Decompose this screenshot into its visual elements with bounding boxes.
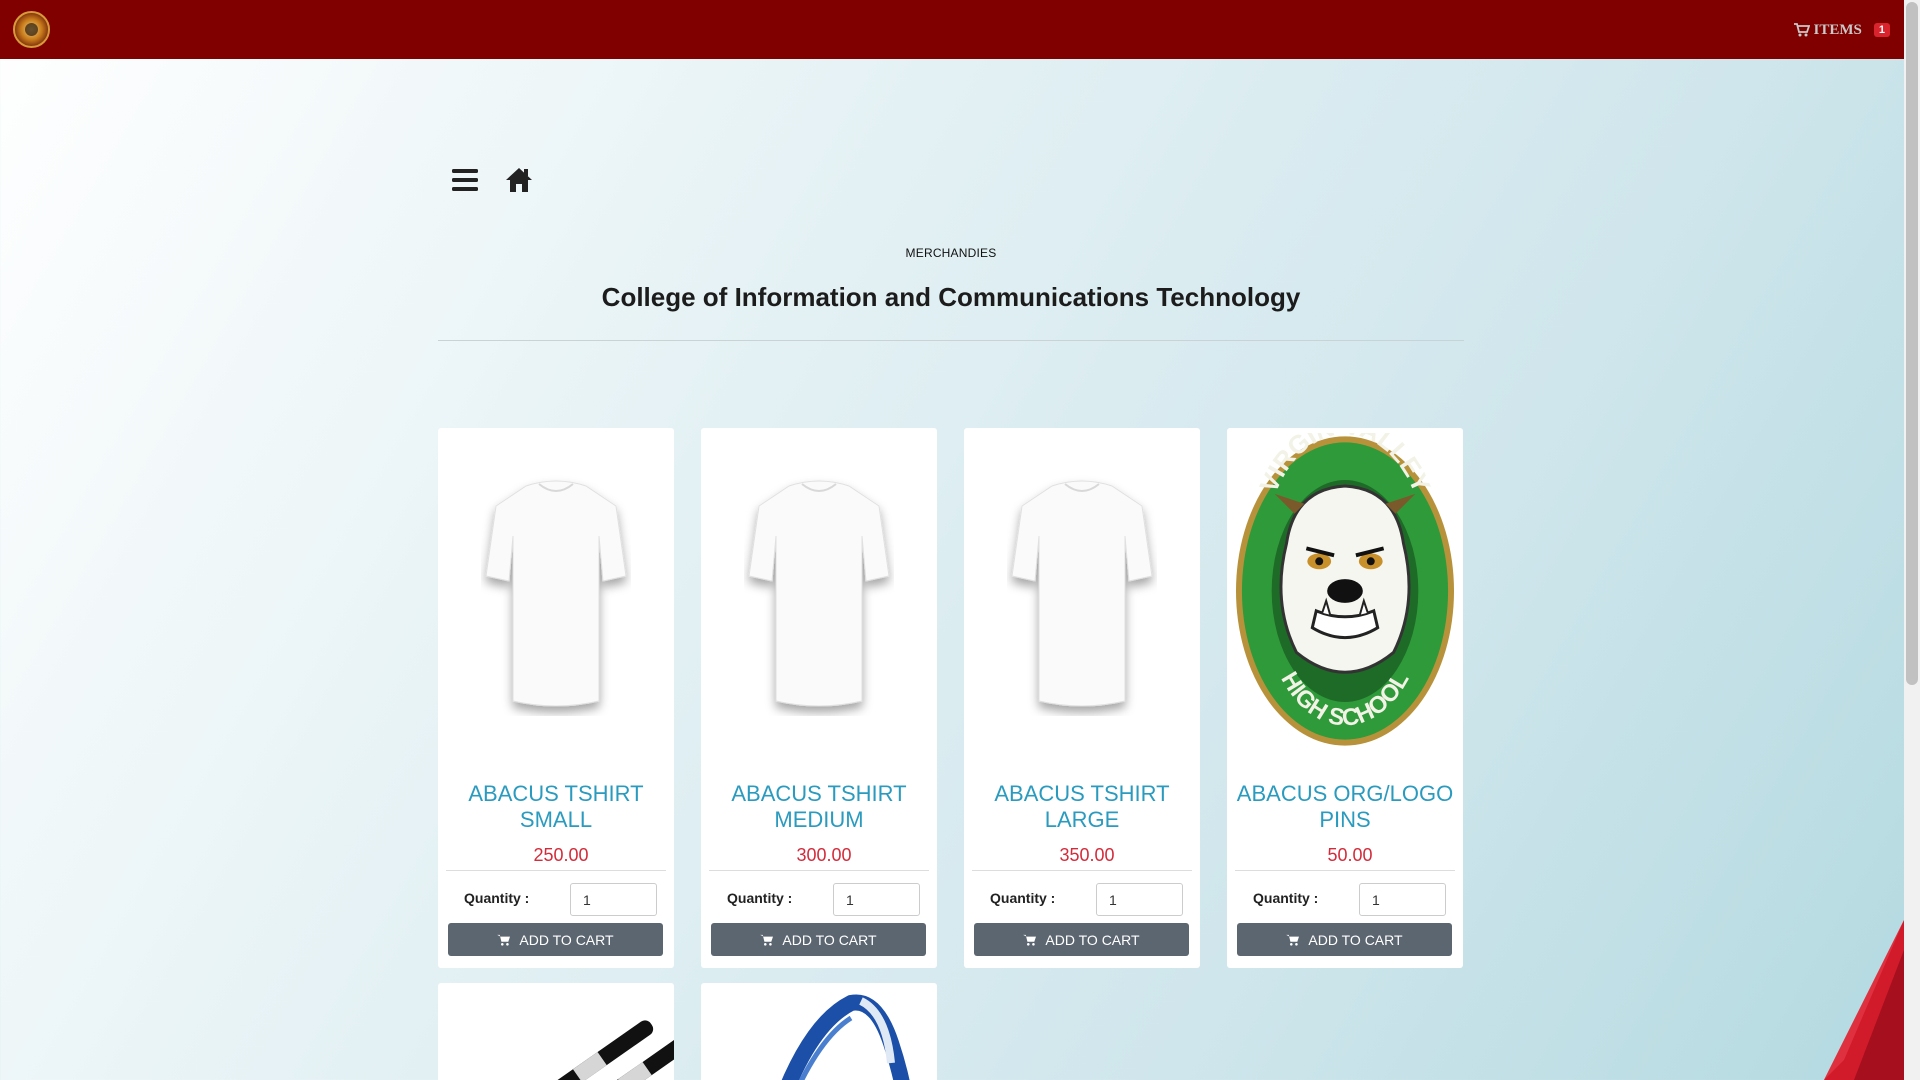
product-price: 300.00 [796,845,852,865]
school-logo-icon[interactable] [13,11,50,48]
cart-icon [760,934,774,946]
cart-label: ITEMS [1813,21,1862,38]
add-to-cart-button[interactable]: ADD TO CART [711,923,926,956]
product-price: 350.00 [1059,845,1115,865]
top-navbar: ITEMS 1 [0,0,1904,59]
product-name[interactable]: ABACUS ORG/LOGO PINS [1235,781,1455,833]
product-card [701,983,937,1080]
product-card: ABACUS TSHIRT MEDIUM 300.00 Quantity : A… [701,428,937,968]
product-image[interactable] [709,436,929,746]
product-image[interactable] [446,436,666,746]
product-image[interactable]: VIRGIN VALLEY HIGH SCHOOL [1235,433,1455,746]
quantity-input[interactable] [1096,883,1183,916]
quantity-input[interactable] [1359,883,1446,916]
product-price: 250.00 [533,845,589,865]
quantity-label: Quantity : [464,890,530,906]
cart-count-badge: 1 [1873,23,1890,37]
product-card: VIRGIN VALLEY HIGH SCHOOL ABACUS ORG/LOG… [1227,428,1463,968]
add-to-cart-label: ADD TO CART [1045,931,1140,948]
section-label: MERCHANDIES [905,246,997,260]
white-tshirt-image [748,480,890,707]
add-to-cart-label: ADD TO CART [782,931,877,948]
product-name[interactable]: ABACUS TSHIRT MEDIUM [709,781,929,833]
add-to-cart-label: ADD TO CART [519,931,614,948]
product-name[interactable]: ABACUS TSHIRT LARGE [972,781,1192,833]
white-tshirt-image [1011,480,1153,707]
product-card: ABACUS TSHIRT LARGE 350.00 Quantity : AD… [964,428,1200,968]
white-tshirt-image [485,480,627,707]
decorative-red-shape [1824,920,1904,1080]
pens-image[interactable] [438,983,674,1080]
quantity-label: Quantity : [727,890,793,906]
add-to-cart-label: ADD TO CART [1308,931,1403,948]
quantity-input[interactable] [570,883,657,916]
cart-icon [1793,23,1810,37]
product-card [438,983,674,1080]
product-image[interactable] [972,436,1192,746]
add-to-cart-button[interactable]: ADD TO CART [448,923,663,956]
cart-icon [497,934,511,946]
cart-icon [1286,934,1300,946]
lanyard-image[interactable] [701,983,937,1080]
page-title: College of Information and Communication… [601,282,1301,312]
bulldog-pin-image: VIRGIN VALLEY HIGH SCHOOL [1235,433,1455,746]
add-to-cart-button[interactable]: ADD TO CART [1237,923,1452,956]
cart-icon [1023,934,1037,946]
product-price: 50.00 [1327,845,1373,865]
scrollbar-thumb[interactable] [1906,2,1918,685]
header-divider [438,340,1464,341]
quantity-row: Quantity : [709,870,929,920]
hamburger-menu-icon[interactable] [450,165,480,195]
cart-link[interactable]: ITEMS 1 [1793,20,1890,40]
add-to-cart-button[interactable]: ADD TO CART [974,923,1189,956]
quantity-label: Quantity : [990,890,1056,906]
quantity-row: Quantity : [972,870,1192,920]
product-name[interactable]: ABACUS TSHIRT SMALL [446,781,666,833]
quantity-row: Quantity : [1235,870,1455,920]
page-scrollbar[interactable] [1904,0,1920,1080]
home-icon[interactable] [504,165,534,195]
quantity-row: Quantity : [446,870,666,920]
product-card: ABACUS TSHIRT SMALL 250.00 Quantity : AD… [438,428,674,968]
quantity-label: Quantity : [1253,890,1319,906]
quantity-input[interactable] [833,883,920,916]
